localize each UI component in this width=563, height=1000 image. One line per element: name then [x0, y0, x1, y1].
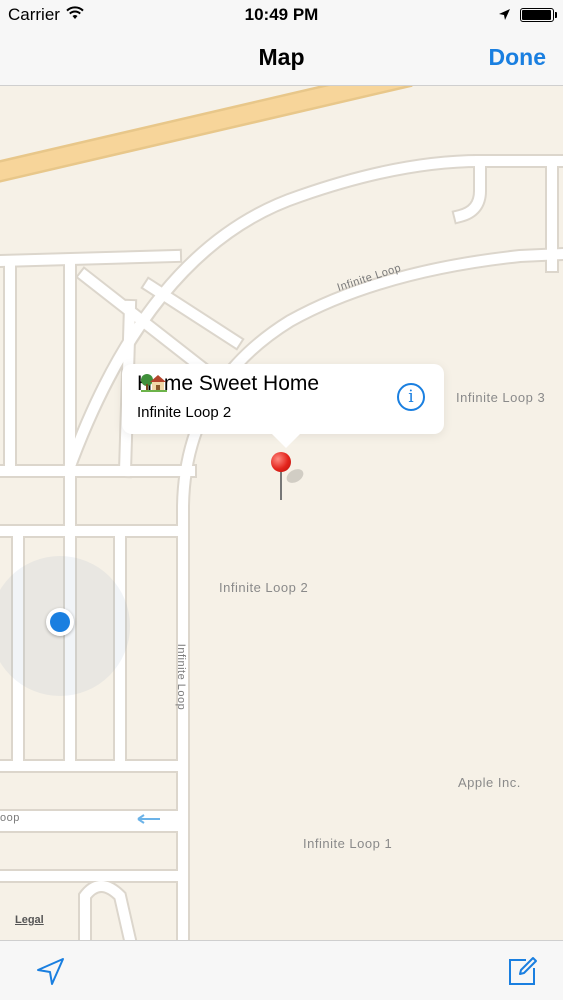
compose-icon[interactable] [506, 955, 538, 987]
pin-head [271, 452, 291, 472]
location-arrow-icon [498, 6, 511, 26]
road-label: Infinite Loop [175, 643, 188, 711]
bottom-toolbar [0, 940, 563, 1000]
callout-subtitle: Infinite Loop 2 [137, 404, 232, 421]
location-arrow-icon[interactable] [35, 955, 67, 987]
map-pin[interactable] [270, 452, 306, 504]
battery-icon [520, 8, 557, 22]
map-view[interactable]: Infinite Loop Infinite Loop oop Infinite… [0, 86, 563, 940]
place-label: Apple Inc. [458, 775, 521, 790]
navigation-bar: Map Done [0, 30, 563, 86]
info-icon[interactable]: i [397, 383, 425, 411]
status-bar: Carrier 10:49 PM [0, 0, 563, 30]
user-location-dot[interactable] [46, 608, 74, 636]
pin-needle [280, 470, 282, 500]
road-label: oop [0, 812, 20, 824]
place-label: Infinite Loop 2 [219, 580, 309, 595]
legal-link[interactable]: Legal [15, 914, 44, 926]
nav-title: Map [258, 44, 305, 70]
house-with-garden-icon [141, 374, 167, 392]
annotation-callout[interactable]: Home Sweet Home Infinite Loop 2 i [122, 364, 444, 448]
callout-title: Home Sweet Home [137, 372, 319, 396]
done-button[interactable]: Done [489, 44, 547, 71]
map-roads [0, 86, 563, 940]
place-label: Infinite Loop 3 [456, 390, 546, 405]
place-label: Infinite Loop 1 [303, 836, 393, 851]
status-time: 10:49 PM [244, 5, 319, 24]
